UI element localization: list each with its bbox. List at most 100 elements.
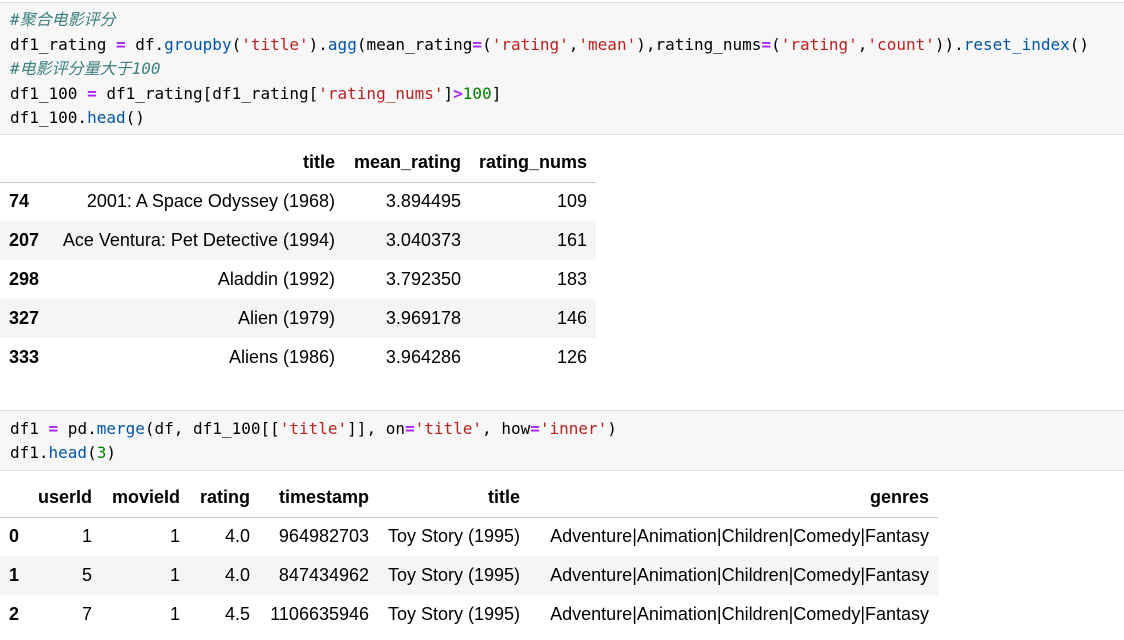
- code-token: ): [106, 443, 116, 462]
- cell-rating: 4.5: [225, 604, 251, 624]
- code-token: df1: [10, 419, 49, 438]
- code-token: 100: [462, 84, 492, 103]
- cell-rating-nums: 109: [556, 191, 588, 212]
- cell-mean-rating: 3.969178: [385, 308, 461, 328]
- cell-rating-nums: 146: [556, 308, 588, 328]
- cell-rating-nums: 161: [556, 230, 588, 250]
- code-line-merge: df1 = pd.merge(df, df1_100[[ 'title' ]], o…: [10, 417, 617, 441]
- cell-userid: 7: [82, 604, 93, 624]
- code-token: head: [87, 108, 126, 127]
- code-token: >: [453, 84, 463, 103]
- row-index: 0: [9, 526, 20, 547]
- column-header-index: [0, 478, 29, 518]
- row-index: 2: [9, 604, 20, 624]
- code-token: 'rating_nums': [318, 84, 444, 103]
- code-token: =: [761, 35, 772, 54]
- code-token: df1.: [10, 443, 49, 462]
- code-token: ]], on: [347, 419, 405, 438]
- code-token: (: [771, 35, 781, 54]
- cell-mean-rating: 3.894495: [385, 191, 461, 212]
- code-token: ,: [857, 35, 868, 54]
- code-token: pd.: [58, 419, 97, 438]
- code-token: merge: [96, 419, 145, 438]
- cell-timestamp: 847434962: [278, 565, 370, 585]
- code-cell-1[interactable]: #聚合电影评分 df1_rating = df.groupby('title')…: [0, 2, 1124, 135]
- code-token: (: [231, 35, 242, 54]
- code-token: =: [48, 419, 59, 438]
- cell-title: Ace Ventura: Pet Detective (1994): [62, 230, 335, 250]
- code-token: df1_100: [10, 84, 88, 103]
- code-token: (df, df1_100[[: [144, 419, 280, 438]
- table-header-row: userId movieId rating timestamp title ge…: [0, 478, 939, 518]
- code-token: 'count': [867, 35, 935, 54]
- code-token: 'title': [414, 419, 483, 438]
- row-index: 1: [9, 565, 20, 585]
- cell-movieid: 1: [170, 565, 181, 585]
- cell-userid: 5: [82, 565, 93, 585]
- cell-genres: Adventure|Animation|Children|Comedy|Fant…: [550, 526, 930, 547]
- cell-timestamp: 964982703: [278, 526, 370, 547]
- cell-genres: Adventure|Animation|Children|Comedy|Fant…: [550, 604, 930, 624]
- code-token: ): [607, 419, 617, 438]
- table-row: 74 2001: A Space Odyssey (1968) 3.894495…: [0, 182, 596, 221]
- row-index: 298: [9, 269, 40, 289]
- column-header-mean-rating: mean_rating: [344, 143, 470, 183]
- code-token: head: [48, 443, 88, 462]
- column-header-index: [0, 143, 50, 183]
- code-token: (): [1069, 35, 1089, 54]
- code-token: 'title': [241, 35, 309, 54]
- column-header-movieid: movieId: [101, 478, 190, 518]
- table-row: 0 1 1 4.0 964982703 Toy Story (1995) Adv…: [0, 517, 938, 556]
- code-token: 'mean': [578, 35, 637, 54]
- dataframe-output-1: title mean_rating rating_nums 74 2001: A…: [0, 143, 597, 377]
- code-cell-2[interactable]: df1 = pd.merge(df, df1_100[[ 'title' ]], o…: [0, 410, 1124, 471]
- code-token: (: [482, 35, 492, 54]
- code-token: )).: [934, 35, 964, 54]
- cell-title: Toy Story (1995): [387, 565, 521, 585]
- table-row: 207 Ace Ventura: Pet Detective (1994) 3.…: [0, 221, 597, 260]
- row-index: 207: [9, 230, 40, 250]
- code-comment-aggregate: #聚合电影评分: [10, 10, 116, 29]
- code-token: ).: [308, 35, 328, 54]
- row-index: 333: [9, 347, 40, 367]
- column-header-title: title: [50, 143, 344, 183]
- code-token: reset_index: [963, 35, 1070, 54]
- column-header-rating-nums: rating_nums: [470, 143, 597, 183]
- cell-title: Toy Story (1995): [387, 604, 521, 624]
- cell-mean-rating: 3.040373: [385, 230, 461, 250]
- cell-title: Aliens (1986): [228, 347, 335, 367]
- code-token: =: [530, 419, 540, 438]
- cell-movieid: 1: [170, 604, 181, 624]
- code-token: (): [125, 108, 145, 127]
- column-header-userid: userId: [29, 478, 102, 518]
- cell-rating-nums: 126: [556, 347, 588, 367]
- code-line-head: df1_100.head(): [10, 106, 145, 130]
- code-token: , how: [482, 419, 531, 438]
- code-token: =: [115, 35, 126, 54]
- code-line-head: df1.head(3): [10, 441, 116, 465]
- code-token: df1_100.: [10, 108, 88, 127]
- column-header-timestamp: timestamp: [259, 478, 379, 518]
- code-token: 3: [96, 443, 107, 462]
- column-header-rating: rating: [189, 478, 260, 518]
- code-token: 'rating': [780, 35, 858, 54]
- table-row: 298 Aladdin (1992) 3.792350 183: [0, 260, 596, 299]
- cell-genres: Adventure|Animation|Children|Comedy|Fant…: [550, 565, 930, 585]
- cell-title: Alien (1979): [237, 308, 335, 328]
- cell-title: Aladdin (1992): [217, 269, 335, 289]
- code-token: ]: [491, 84, 502, 103]
- code-token: 'inner': [539, 419, 608, 438]
- code-line-groupby: df1_rating = df.groupby('title').agg(mea…: [10, 33, 1089, 57]
- dataframe-output-2: userId movieId rating timestamp title ge…: [0, 478, 939, 634]
- row-index: 74: [9, 191, 30, 212]
- column-header-title: title: [378, 478, 530, 518]
- code-token: =: [87, 84, 97, 103]
- code-token: df1_rating: [10, 35, 116, 54]
- code-token: (mean_rating: [356, 35, 473, 54]
- code-token: df1_rating[df1_rating[: [96, 84, 319, 103]
- code-token: df.: [125, 35, 165, 54]
- code-token: =: [404, 419, 415, 438]
- cell-title: 2001: A Space Odyssey (1968): [86, 191, 335, 212]
- cell-timestamp: 1106635946: [270, 604, 370, 624]
- table-row: 333 Aliens (1986) 3.964286 126: [0, 338, 596, 377]
